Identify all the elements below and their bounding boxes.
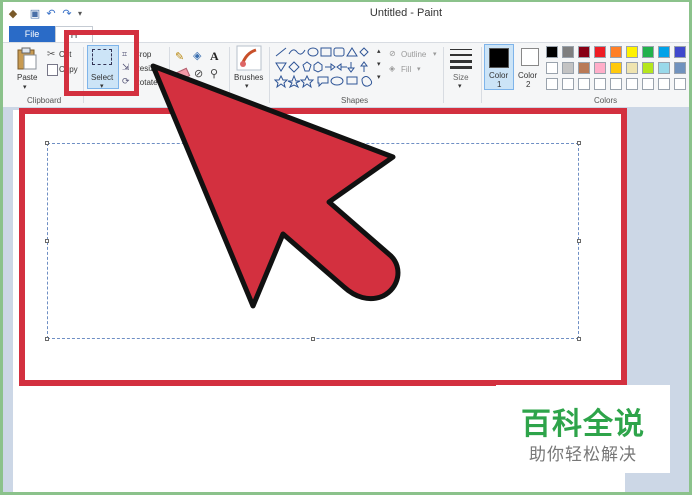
watermark: 百科全说 助你轻松解决: [496, 385, 670, 473]
paint-window: ◆ ▣ ↶ ↷ ▾ Untitled - Paint File H Paste …: [3, 2, 689, 492]
watermark-tagline: 助你轻松解决: [529, 445, 637, 465]
watermark-logo-text: 百科全说: [521, 407, 645, 442]
